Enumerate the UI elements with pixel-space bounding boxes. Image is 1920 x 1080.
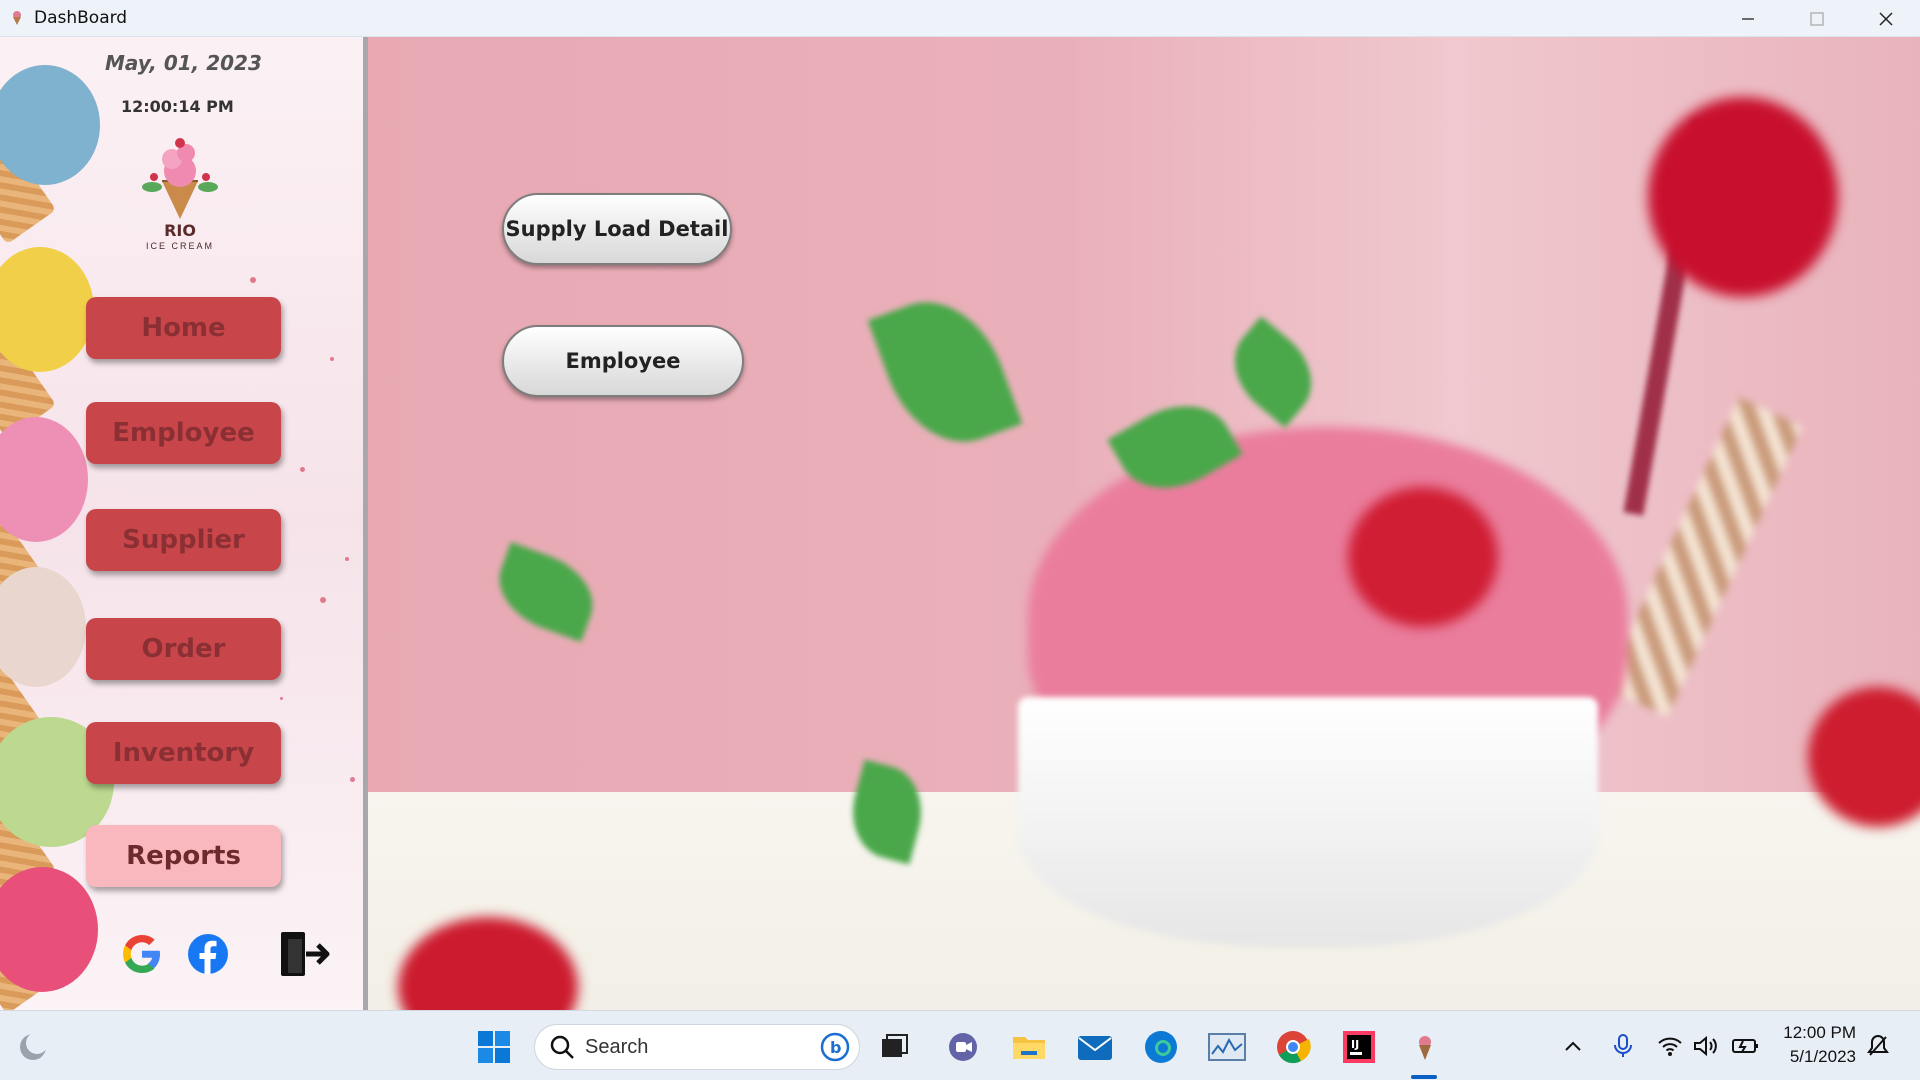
nav-reports-button[interactable]: Reports (86, 825, 281, 887)
main-content: Supply Load Detail Employee (368, 37, 1920, 1010)
search-icon (550, 1035, 574, 1059)
close-button[interactable] (1851, 0, 1920, 37)
current-time: 12:00:14 PM (121, 97, 234, 116)
nav-supplier-button[interactable]: Supplier (86, 509, 281, 571)
supply-load-detail-button[interactable]: Supply Load Detail (502, 193, 732, 265)
current-date: May, 01, 2023 (105, 51, 262, 75)
logout-icon[interactable] (278, 929, 330, 984)
intellij-idea-icon[interactable]: IJ (1340, 1028, 1378, 1066)
employee-button[interactable]: Employee (502, 325, 744, 397)
weather-icon[interactable] (14, 1028, 52, 1066)
dashboard-app-icon[interactable] (1406, 1028, 1444, 1066)
clock-time: 12:00 PM (1783, 1023, 1856, 1042)
svg-text:b: b (830, 1038, 841, 1057)
notification-icon[interactable] (1866, 1011, 1890, 1080)
chevron-up-icon (1565, 1041, 1581, 1051)
taskbar-search-box[interactable]: Search b (534, 1024, 860, 1070)
rio-ice-cream-logo: RIO ICE CREAM (132, 137, 228, 259)
maximize-button[interactable] (1782, 0, 1851, 37)
ice-cream-logo-icon (142, 138, 218, 219)
teams-chat-icon[interactable] (944, 1028, 982, 1066)
windows-start-icon[interactable] (475, 1028, 513, 1066)
window-titlebar: DashBoard (0, 0, 1920, 37)
battery-icon[interactable] (1731, 1011, 1759, 1080)
nav-employee-button[interactable]: Employee (86, 402, 281, 464)
logo-brand-name: RIO (164, 221, 196, 240)
nav-home-button[interactable]: Home (86, 297, 281, 359)
logo-subtitle: ICE CREAM (145, 241, 214, 251)
performance-monitor-icon[interactable] (1208, 1028, 1246, 1066)
google-icon[interactable] (120, 932, 164, 981)
file-explorer-icon[interactable] (1010, 1028, 1048, 1066)
taskbar-clock[interactable]: 12:00 PM 5/1/2023 (1783, 1021, 1856, 1069)
mail-icon[interactable] (1076, 1028, 1114, 1066)
volume-icon[interactable] (1693, 1011, 1719, 1080)
window-title: DashBoard (34, 8, 128, 28)
clock-date: 5/1/2023 (1789, 1047, 1856, 1066)
svg-text:IJ: IJ (1351, 1038, 1359, 1051)
app-icon (10, 9, 24, 27)
nav-order-button[interactable]: Order (86, 618, 281, 680)
sidebar: May, 01, 2023 12:00:14 PM RIO ICE CREAM … (0, 37, 368, 1010)
show-hidden-icons-button[interactable] (1562, 1011, 1584, 1080)
nav-inventory-button[interactable]: Inventory (86, 722, 281, 784)
task-view-icon[interactable] (875, 1028, 913, 1066)
active-app-indicator (1411, 1075, 1437, 1079)
taskbar: Search b IJ 12:00 PM 5/1/2023 (0, 1010, 1920, 1080)
wifi-icon[interactable] (1657, 1011, 1683, 1080)
facebook-icon[interactable] (186, 932, 230, 981)
chrome-icon[interactable] (1274, 1028, 1312, 1066)
edge-browser-icon[interactable] (1142, 1028, 1180, 1066)
bing-icon[interactable]: b (819, 1031, 851, 1063)
microphone-icon[interactable] (1612, 1011, 1634, 1080)
search-placeholder: Search (585, 1035, 649, 1058)
minimize-button[interactable] (1713, 0, 1782, 37)
